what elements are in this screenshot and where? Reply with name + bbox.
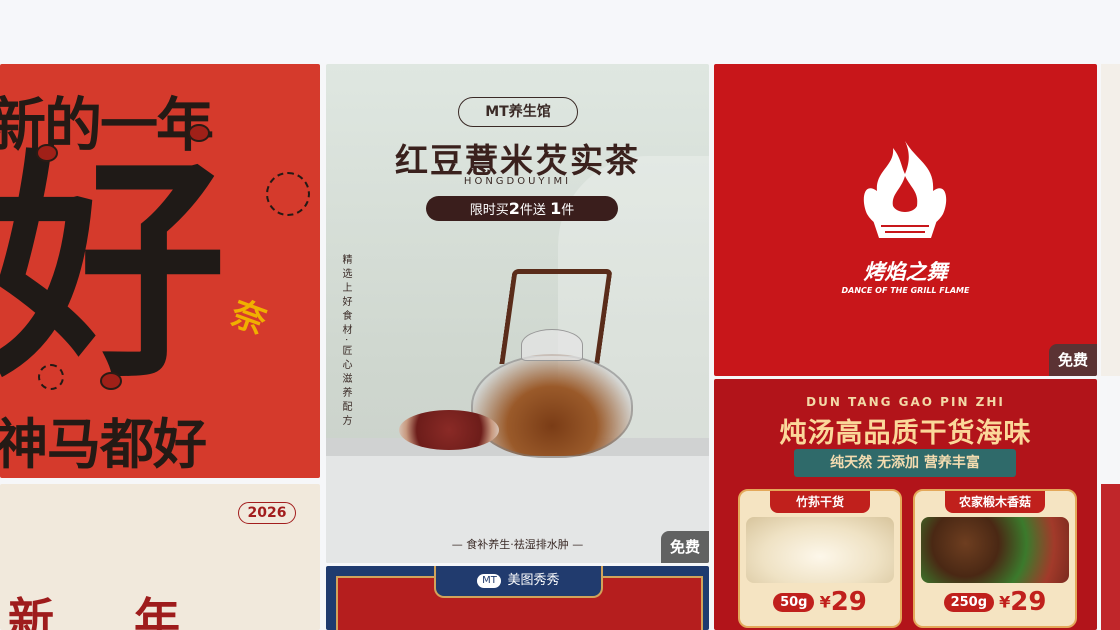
brand-pill: MT养生馆 (458, 97, 578, 127)
brush-text: 新年 (8, 593, 260, 630)
card-footer: — 食补养生·祛湿排水肿 — (451, 538, 584, 551)
top-bar (0, 0, 1120, 63)
card-title: 红豆薏米芡实茶 (395, 141, 640, 180)
card-pinyin: DUN TANG GAO PIN ZHI (806, 395, 1005, 409)
promo-pill: 限时买2件送 1件 (426, 196, 618, 221)
firework-icon (38, 364, 64, 390)
free-badge: 免费 (660, 531, 709, 563)
template-card-meitu[interactable]: MT 美图秀秀 (326, 566, 709, 630)
teapot-lid (521, 329, 583, 361)
product-image (921, 517, 1069, 583)
meitu-tag: MT 美图秀秀 (434, 566, 603, 598)
price-value: 29 (830, 587, 867, 617)
feature-ribbon: 纯天然 无添加 营养丰富 (794, 449, 1016, 477)
card-seal-text: 奈 (221, 292, 271, 338)
template-card-partial[interactable] (1101, 64, 1120, 376)
product-price: 250g ¥29 (915, 587, 1075, 623)
template-card-partial[interactable] (1101, 484, 1120, 630)
brand-english: DANCE OF THE GRILL FLAME (841, 286, 970, 295)
teapot-image (471, 354, 633, 458)
product-weight: 250g (943, 592, 995, 612)
currency-symbol: ¥ (999, 592, 1011, 612)
template-card-soup[interactable]: DUN TANG GAO PIN ZHI 炖汤高品质干货海味 纯天然 无添加 营… (714, 379, 1097, 630)
side-text: 精选上好食材·匠心滋养配方 (340, 254, 351, 430)
price-value: 29 (1010, 587, 1047, 617)
promo-number: 2 (508, 199, 520, 218)
card-pinyin: HONGDOUYIMI (463, 176, 572, 187)
product-image (746, 517, 894, 583)
template-card-2026[interactable]: 2026 新年 (0, 484, 320, 630)
red-beans-bowl (399, 410, 499, 450)
product-tile: 农家椴木香菇 250g ¥29 (913, 489, 1077, 628)
card-title: 炖汤高品质干货海味 (779, 418, 1032, 449)
product-label: 农家椴木香菇 (945, 491, 1045, 513)
free-badge: 免费 (1048, 344, 1097, 376)
firework-icon (266, 172, 310, 216)
card-subline: 神马都好 (0, 413, 207, 476)
product-weight: 50g (773, 592, 815, 612)
meitu-tag-label: 美图秀秀 (507, 573, 560, 588)
promo-number: 1 (550, 199, 562, 218)
template-card-grill[interactable]: 烤焰之舞 DANCE OF THE GRILL FLAME 免费 (714, 64, 1097, 376)
currency-symbol: ¥ (819, 592, 831, 612)
lantern-icon (100, 372, 122, 390)
promo-text: 件 (561, 203, 575, 218)
year-pill: 2026 (238, 502, 296, 524)
brand-name: 烤焰之舞 (863, 260, 948, 284)
template-card-tea[interactable]: MT养生馆 红豆薏米芡实茶 HONGDOUYIMI 限时买2件送 1件 精选上好… (326, 64, 709, 563)
lantern-icon (36, 144, 58, 162)
meitu-logo-icon: MT (477, 573, 502, 588)
flame-logo-icon (863, 141, 947, 238)
lantern-icon (188, 124, 210, 142)
product-tile: 竹荪干货 50g ¥29 (738, 489, 902, 628)
template-card-new-year[interactable]: 新的一年 好 奈 神马都好 (0, 64, 320, 478)
promo-text: 件送 (519, 203, 546, 218)
card-big-character: 好 (0, 130, 227, 410)
promo-text: 限时买 (469, 203, 509, 218)
product-price: 50g ¥29 (740, 587, 900, 623)
product-label: 竹荪干货 (770, 491, 870, 513)
